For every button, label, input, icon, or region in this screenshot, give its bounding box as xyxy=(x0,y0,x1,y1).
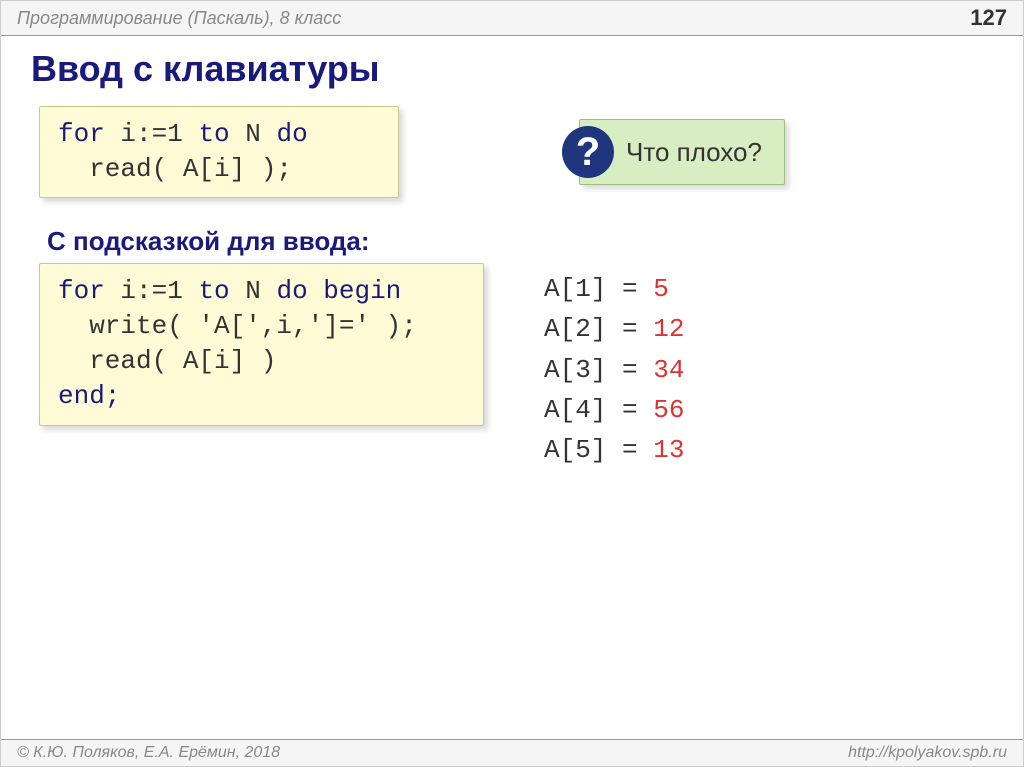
code-text: read( A[i] ); xyxy=(58,154,292,184)
kw-to: to xyxy=(198,276,229,306)
footer: © К.Ю. Поляков, Е.А. Ерёмин, 2018 http:/… xyxy=(1,739,1023,766)
output-line: A[4] = 56 xyxy=(544,390,684,430)
header-subject: Программирование (Паскаль), 8 класс xyxy=(17,8,341,29)
code-block-1: for i:=1 to N do read( A[i] ); xyxy=(39,106,399,198)
kw-for: for xyxy=(58,119,105,149)
code-text: read( A[i] ) xyxy=(58,346,276,376)
kw-end: end; xyxy=(58,381,120,411)
code-text: i:=1 xyxy=(105,119,199,149)
output-list: A[1] = 5 A[2] = 12 A[3] = 34 A[4] = 56 A… xyxy=(544,263,684,470)
question-text: Что плохо? xyxy=(626,137,762,168)
output-line: A[1] = 5 xyxy=(544,269,684,309)
code-text: write( 'A[',i,']=' ); xyxy=(58,311,417,341)
output-label: A[1] = xyxy=(544,274,638,304)
subtitle: С подсказкой для ввода: xyxy=(47,226,985,257)
output-label: A[4] = xyxy=(544,395,638,425)
code-text: N xyxy=(230,119,277,149)
page-title: Ввод с клавиатуры xyxy=(1,36,1023,106)
output-value: 13 xyxy=(653,435,684,465)
code-block-2: for i:=1 to N do begin write( 'A[',i,']=… xyxy=(39,263,484,425)
output-line: A[2] = 12 xyxy=(544,309,684,349)
kw-to: to xyxy=(198,119,229,149)
footer-authors: © К.Ю. Поляков, Е.А. Ерёмин, 2018 xyxy=(17,744,280,762)
output-value: 5 xyxy=(653,274,669,304)
page-number: 127 xyxy=(970,5,1007,31)
output-label: A[2] = xyxy=(544,314,638,344)
kw-do: do xyxy=(276,119,307,149)
code-text: N xyxy=(230,276,277,306)
header-bar: Программирование (Паскаль), 8 класс 127 xyxy=(1,1,1023,36)
output-label: A[5] = xyxy=(544,435,638,465)
footer-url: http://kpolyakov.spb.ru xyxy=(848,744,1007,762)
row-2: for i:=1 to N do begin write( 'A[',i,']=… xyxy=(39,263,985,470)
question-mark-icon: ? xyxy=(562,126,614,178)
kw-for: for xyxy=(58,276,105,306)
output-value: 12 xyxy=(653,314,684,344)
row-1: for i:=1 to N do read( A[i] ); ? Что пло… xyxy=(39,106,985,198)
question-box: ? Что плохо? xyxy=(579,119,785,185)
kw-do-begin: do begin xyxy=(276,276,401,306)
output-label: A[3] = xyxy=(544,355,638,385)
output-line: A[3] = 34 xyxy=(544,350,684,390)
output-value: 34 xyxy=(653,355,684,385)
code-text: i:=1 xyxy=(105,276,199,306)
content-area: for i:=1 to N do read( A[i] ); ? Что пло… xyxy=(1,106,1023,471)
output-value: 56 xyxy=(653,395,684,425)
output-line: A[5] = 13 xyxy=(544,430,684,470)
